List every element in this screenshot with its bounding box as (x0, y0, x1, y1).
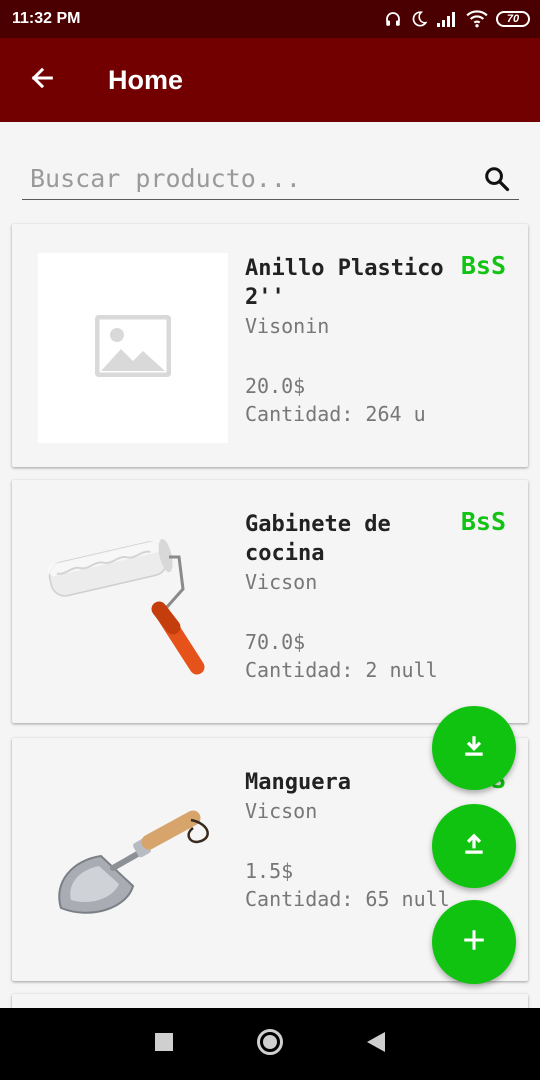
product-info: Gabinete de cocina Vicson 70.0$ Cantidad… (245, 510, 455, 684)
product-image (38, 767, 228, 957)
status-time: 11:32 PM (12, 10, 81, 27)
product-name: Gabinete de cocina (245, 512, 391, 566)
back-triangle-icon[interactable] (366, 1031, 386, 1058)
app-bar: Home (0, 38, 540, 122)
product-price: 1.5$ (245, 859, 294, 883)
page-title: Home (108, 64, 184, 95)
status-icons: 70 (384, 10, 530, 28)
arrow-back-icon (28, 64, 56, 97)
product-brand: Vicson (245, 799, 318, 823)
product-card[interactable]: Anillo Plastico 2'' Visonin 20.0$ Cantid… (12, 224, 528, 467)
product-info: Anillo Plastico 2'' Visonin 20.0$ Cantid… (245, 254, 455, 428)
status-bar: 11:32 PM 70 (0, 0, 540, 38)
home-circle-icon[interactable] (256, 1028, 284, 1061)
upload-icon (461, 831, 487, 862)
download-icon (461, 733, 487, 764)
download-button[interactable] (432, 706, 516, 790)
product-name: Anillo Plastico 2'' (245, 256, 444, 310)
plus-icon (461, 927, 487, 958)
image-placeholder-icon (94, 314, 172, 382)
product-image (38, 253, 228, 443)
product-image (38, 509, 228, 699)
add-product-button[interactable] (432, 900, 516, 984)
product-price: 20.0$ (245, 374, 306, 398)
paint-roller-icon (43, 527, 223, 682)
search-bar (22, 158, 519, 200)
product-name: Manguera (245, 770, 351, 795)
navigation-bar (0, 1008, 540, 1080)
search-icon[interactable] (475, 165, 519, 193)
headphones-icon (384, 10, 402, 28)
product-quantity: Cantidad: 264 u (245, 402, 426, 426)
battery-icon: 70 (496, 11, 530, 27)
product-brand: Visonin (245, 314, 330, 338)
signal-icon (436, 11, 458, 27)
upload-button[interactable] (432, 804, 516, 888)
product-info: Manguera Vicson 1.5$ Cantidad: 65 null (245, 768, 455, 913)
product-price: 70.0$ (245, 630, 306, 654)
product-quantity: Cantidad: 2 null (245, 658, 438, 682)
wifi-icon (466, 10, 488, 28)
recents-square-icon[interactable] (154, 1032, 174, 1057)
product-card[interactable]: Gabinete de cocina Vicson 70.0$ Cantidad… (12, 480, 528, 723)
search-input[interactable] (22, 158, 475, 199)
moon-icon (410, 10, 428, 28)
currency-label: BsS (460, 507, 506, 536)
product-quantity: Cantidad: 65 null (245, 887, 450, 911)
back-button[interactable] (0, 38, 84, 122)
currency-label: BsS (460, 251, 506, 280)
product-brand: Vicson (245, 570, 318, 594)
garden-trowel-icon (43, 790, 223, 935)
